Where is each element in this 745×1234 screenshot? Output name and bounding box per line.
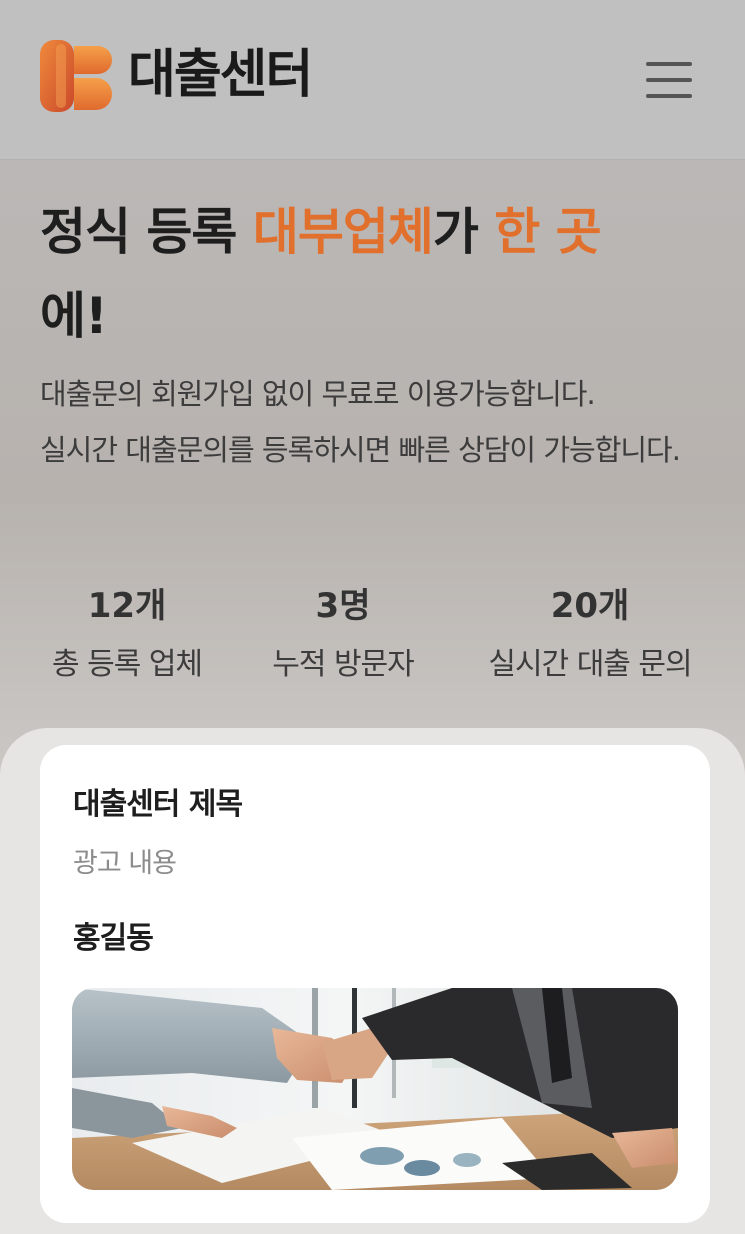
- stat-live-inquiries: 20개 실시간 대출 문의: [470, 580, 710, 698]
- hero-description-line: 대출문의 회원가입 없이 무료로 이용가능합니다.: [40, 377, 596, 411]
- listing-card[interactable]: 대출센터 제목 광고 내용 홍길동: [40, 745, 710, 1223]
- logo-text[interactable]: 대출센터: [128, 40, 313, 110]
- stat-label: 총 등록 업체: [51, 647, 203, 682]
- hero-title-part: 에!: [40, 287, 108, 345]
- hero-description: 대출문의 회원가입 없이 무료로 이용가능합니다. 실시간 대출문의를 등록하시…: [40, 366, 720, 478]
- logo-mark-icon[interactable]: [40, 40, 112, 112]
- hero-section: 정식 등록 대부업체가 한 곳에! 대출문의 회원가입 없이 무료로 이용가능합…: [40, 190, 720, 478]
- hero-title-accent: 한 곳: [494, 203, 601, 261]
- stat-value: 20개: [550, 586, 630, 626]
- stat-registered-companies: 12개 총 등록 업체: [40, 580, 214, 698]
- stat-value: 12개: [87, 586, 167, 626]
- hero-title-part: 가: [432, 203, 495, 261]
- stat-label: 실시간 대출 문의: [488, 647, 692, 682]
- hero-title: 정식 등록 대부업체가 한 곳에!: [40, 190, 720, 358]
- hero-description-line: 실시간 대출문의를 등록하시면 빠른 상담이 가능합니다.: [40, 433, 681, 467]
- stat-label: 누적 방문자: [272, 647, 415, 682]
- stat-value: 3명: [315, 586, 371, 626]
- hero-title-part: 정식 등록: [40, 203, 253, 261]
- site-header: 대출센터: [0, 0, 745, 160]
- stats-row: 12개 총 등록 업체 3명 누적 방문자 20개 실시간 대출 문의: [0, 580, 745, 690]
- handshake-photo[interactable]: [72, 988, 678, 1190]
- hero-title-accent: 대부업체: [252, 203, 434, 261]
- card-title[interactable]: 대출센터 제목: [73, 779, 243, 823]
- hamburger-icon[interactable]: [646, 60, 694, 100]
- stat-visitors: 3명 누적 방문자: [258, 580, 428, 698]
- card-subtitle: 광고 내용: [73, 848, 177, 879]
- card-author: 홍길동: [73, 921, 154, 956]
